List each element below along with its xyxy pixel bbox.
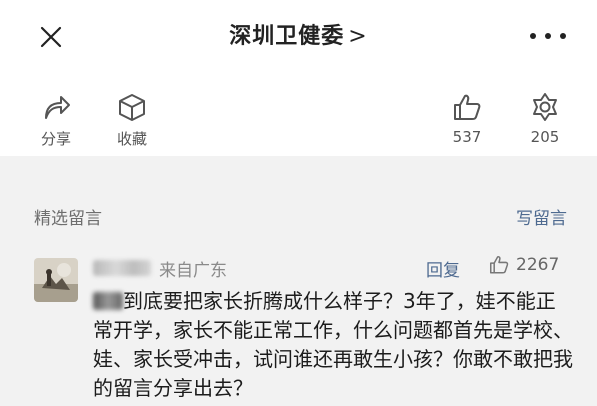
selected-comments-heading: 精选留言	[34, 209, 102, 229]
chevron-right-icon: >	[348, 24, 368, 49]
redacted-text	[93, 292, 123, 310]
account-name: 深圳卫健委	[229, 24, 345, 49]
comment-author-row: 来自广东	[93, 256, 227, 281]
flower-icon	[533, 93, 557, 121]
share-arrow-icon	[45, 96, 70, 119]
cube-icon	[119, 94, 145, 121]
top-bar: 深圳卫健委 >	[0, 0, 597, 68]
wow-button[interactable]: 205	[510, 92, 580, 146]
article-page: 深圳卫健委 > 分享 收藏 537 205 精选留言 写留言 来自广东 回复 2…	[0, 0, 597, 406]
more-dot	[530, 33, 536, 39]
comments-section: 精选留言 写留言 来自广东 回复 2267 到底要把家长折腾成什么样子？3年了，…	[0, 156, 597, 406]
share-label: 分享	[40, 130, 71, 148]
write-comment-button[interactable]: 写留言	[516, 204, 567, 229]
comment-like-button[interactable]: 2267	[488, 254, 559, 275]
comment-location: 来自广东	[159, 260, 227, 281]
thumbs-up-icon	[454, 94, 481, 120]
avatar-image	[34, 258, 78, 302]
share-button[interactable]: 分享	[21, 92, 91, 149]
action-bar: 分享 收藏 537 205	[0, 68, 597, 156]
comment-like-count: 2267	[516, 254, 560, 275]
like-count: 537	[452, 128, 482, 146]
favorite-label: 收藏	[116, 130, 147, 148]
like-button[interactable]: 537	[432, 92, 502, 146]
comment-text: 到底要把家长折腾成什么样子？3年了，娃不能正常开学，家长不能正常工作，什么问题都…	[93, 289, 573, 400]
wow-count: 205	[530, 128, 560, 146]
account-title-link[interactable]: 深圳卫健委 >	[0, 18, 597, 50]
more-button[interactable]	[530, 24, 566, 48]
comment-body: 到底要把家长折腾成什么样子？3年了，娃不能正常开学，家长不能正常工作，什么问题都…	[93, 287, 573, 403]
avatar[interactable]	[34, 258, 78, 302]
more-dot	[545, 33, 551, 39]
more-dot	[560, 33, 566, 39]
reply-button[interactable]: 回复	[426, 256, 460, 281]
favorite-button[interactable]: 收藏	[97, 92, 167, 149]
redacted-nickname	[93, 260, 151, 276]
thumbs-up-icon	[489, 256, 509, 274]
